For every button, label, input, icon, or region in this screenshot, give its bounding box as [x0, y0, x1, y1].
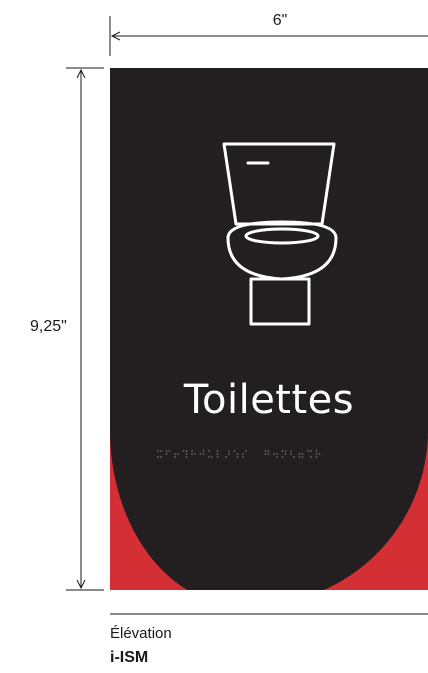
braille-dot	[293, 456, 295, 458]
braille-dot	[276, 456, 278, 458]
braille-dot	[174, 453, 176, 455]
braille-dot	[208, 450, 210, 452]
braille-dot	[298, 453, 301, 455]
braille-dot	[233, 450, 236, 452]
width-dimension-label: 6"	[272, 12, 288, 29]
braille-dot	[177, 453, 179, 455]
braille-dot	[290, 453, 292, 455]
braille-dot	[290, 450, 292, 452]
braille-dot	[160, 450, 162, 452]
sign-panel	[110, 68, 428, 610]
braille-dot	[216, 456, 219, 458]
braille-dot	[191, 450, 193, 452]
caption-label: Élévation	[110, 625, 172, 642]
braille-dot	[281, 450, 284, 452]
braille-dot	[185, 456, 188, 458]
braille-dot	[315, 456, 318, 458]
braille-dot	[242, 453, 244, 455]
braille-dot	[315, 453, 318, 455]
height-dimension-label: 9,25"	[30, 318, 67, 335]
braille-dot	[168, 450, 171, 452]
braille-dot	[208, 456, 210, 458]
braille-dot	[281, 456, 284, 458]
braille-dot	[191, 453, 193, 455]
braille-dot	[236, 456, 239, 458]
braille-dot	[228, 450, 230, 452]
braille-dot	[157, 456, 159, 458]
braille-dot	[199, 453, 202, 455]
braille-dot	[165, 453, 168, 455]
sign-dark-shape	[110, 68, 428, 605]
braille-dot	[315, 450, 318, 452]
braille-dot	[301, 456, 304, 458]
braille-dot	[236, 453, 239, 455]
braille-dot	[185, 453, 188, 455]
braille-dot	[157, 450, 159, 452]
braille-dot	[284, 453, 287, 455]
braille-dot	[174, 456, 176, 458]
braille-dot	[160, 456, 162, 458]
braille-dot	[245, 450, 247, 452]
braille-dot	[202, 453, 205, 455]
braille-dot	[318, 453, 321, 455]
braille-dot	[185, 450, 188, 452]
braille-dot	[264, 453, 267, 455]
braille-dot	[310, 456, 312, 458]
braille-dot	[307, 450, 309, 452]
height-dimension	[66, 67, 104, 591]
braille-dot	[182, 450, 185, 452]
braille-dot	[264, 450, 267, 452]
braille-dot	[276, 453, 278, 455]
braille-dot	[216, 453, 219, 455]
sign-drawing	[66, 16, 428, 615]
braille-dot	[202, 450, 205, 452]
braille-dot	[284, 450, 287, 452]
braille-dot	[165, 450, 168, 452]
braille-dot	[273, 453, 275, 455]
braille-dot	[310, 450, 312, 452]
braille-dot	[211, 456, 213, 458]
sign-title: Toilettes	[183, 377, 355, 423]
braille-dot	[216, 450, 219, 452]
braille-dot	[301, 453, 304, 455]
braille-dot	[242, 456, 244, 458]
braille-dot	[194, 453, 196, 455]
caption-code: i-ISM	[110, 649, 149, 666]
braille-dot	[298, 456, 301, 458]
braille-dot	[228, 453, 230, 455]
braille-dot	[267, 450, 270, 452]
braille-dot	[225, 456, 227, 458]
braille-dot	[267, 453, 270, 455]
